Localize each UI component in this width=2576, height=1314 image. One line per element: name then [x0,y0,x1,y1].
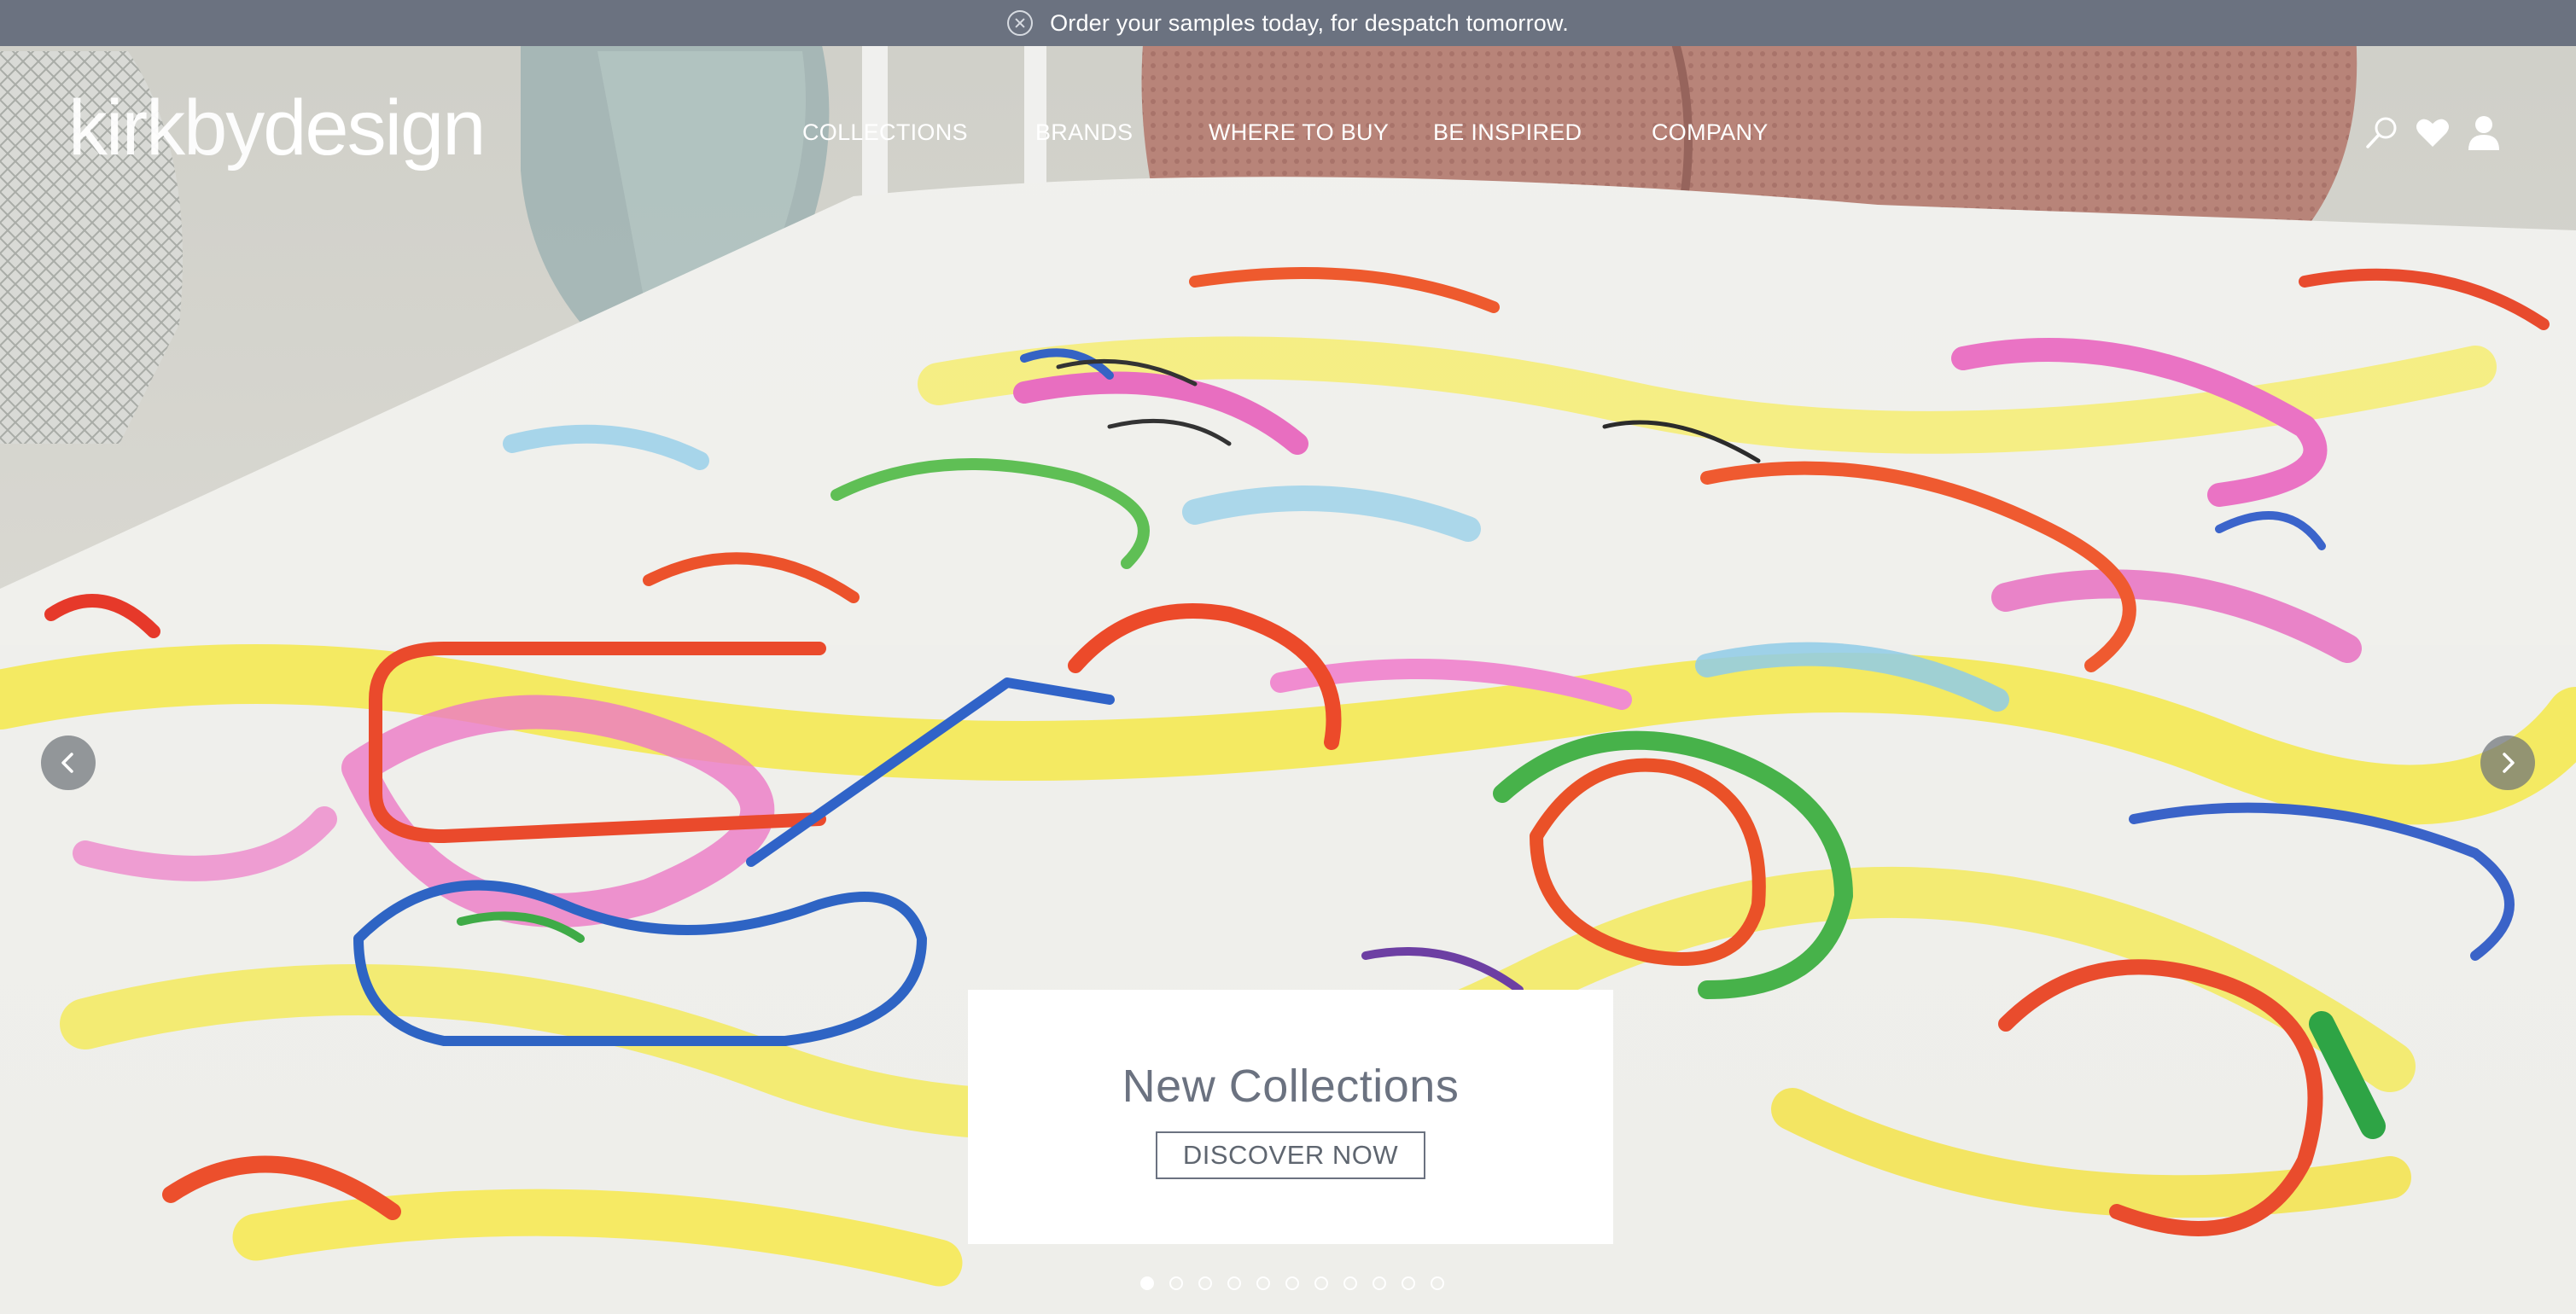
carousel-dot[interactable] [1285,1276,1299,1290]
brand-logo[interactable]: kirkbydesign [68,89,486,167]
nav-item-collections[interactable]: COLLECTIONS [802,119,968,146]
user-icon[interactable] [2467,114,2501,154]
announcement-text: Order your samples today, for despatch t… [1050,9,1569,36]
search-icon[interactable] [2363,114,2400,156]
carousel-dot[interactable] [1227,1276,1241,1290]
close-announcement-icon[interactable] [1007,10,1034,36]
carousel-dot[interactable] [1431,1276,1444,1290]
carousel-dot[interactable] [1140,1276,1154,1290]
carousel-dot[interactable] [1256,1276,1270,1290]
carousel-dot[interactable] [1373,1276,1386,1290]
carousel-dots [1140,1276,1444,1290]
carousel-dot[interactable] [1314,1276,1328,1290]
chevron-right-icon [2503,753,2515,773]
nav-item-be-inspired[interactable]: BE INSPIRED [1433,119,1582,146]
logo-text-bold: design [263,84,486,172]
carousel-dot[interactable] [1343,1276,1357,1290]
carousel-dot[interactable] [1402,1276,1415,1290]
nav-item-brands[interactable]: BRANDS [1035,119,1133,146]
logo-text-light: kirkby [68,84,265,172]
announcement-bar: Order your samples today, for despatch t… [0,0,2576,46]
carousel-dot[interactable] [1169,1276,1183,1290]
promo-card: New Collections DISCOVER NOW [968,990,1613,1244]
nav-item-company[interactable]: COMPANY [1652,119,1769,146]
carousel-dot[interactable] [1198,1276,1212,1290]
chevron-left-icon [61,753,73,773]
discover-now-button[interactable]: DISCOVER NOW [1156,1131,1425,1179]
carousel-prev-button[interactable] [41,735,96,790]
heart-icon[interactable] [2416,116,2450,153]
nav-item-where-to-buy[interactable]: WHERE TO BUY [1209,119,1389,146]
promo-title: New Collections [1122,1061,1460,1112]
carousel-next-button[interactable] [2480,735,2535,790]
